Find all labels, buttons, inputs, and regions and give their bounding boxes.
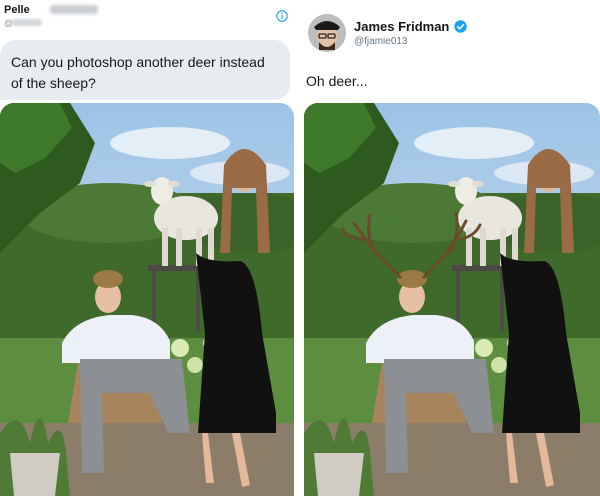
user-handle[interactable]: @fjamie013 [354,36,408,47]
user-name[interactable]: Pelle [4,4,30,16]
avatar[interactable] [308,14,346,52]
info-icon[interactable] [276,10,288,22]
original-tweet: Pelle @ Can you photoshop another deer i… [0,0,296,496]
tweet-bubble: Can you photoshop another deer instead o… [0,40,290,100]
reply-tweet: James Fridman @fjamie013 Oh deer... [302,0,600,496]
tweet-text: Can you photoshop another deer instead o… [11,54,265,91]
original-photo[interactable] [0,103,294,496]
blurred-surname [50,5,98,14]
edited-photo[interactable] [304,103,600,496]
blurred-handle [12,19,42,26]
user-name[interactable]: James Fridman [354,19,449,34]
tweet-text: Oh deer... [306,73,368,89]
verified-badge-icon [454,20,467,33]
